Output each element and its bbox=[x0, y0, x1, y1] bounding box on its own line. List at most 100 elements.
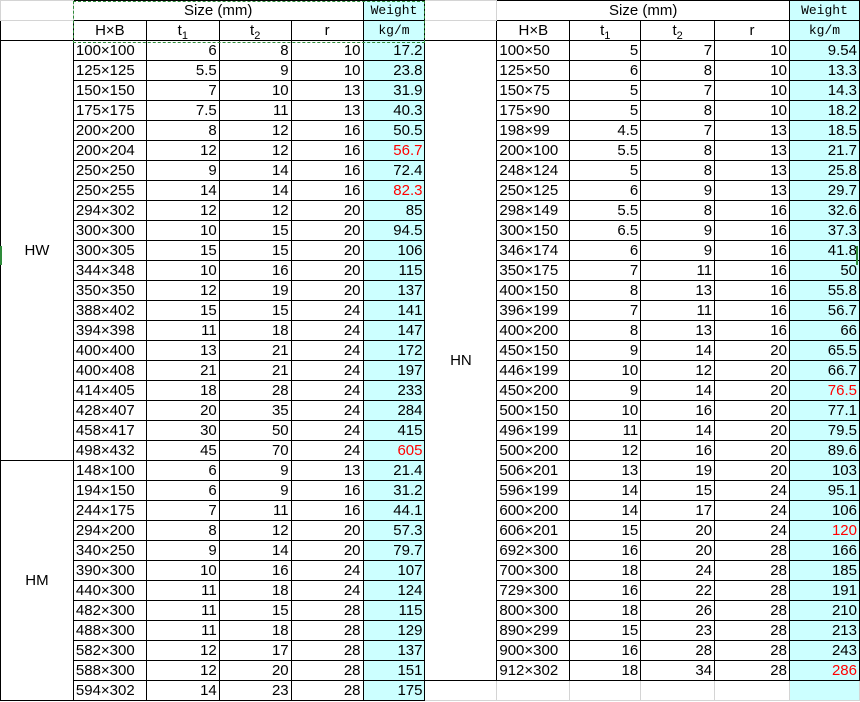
cell-t1[interactable]: 5 bbox=[569, 80, 642, 101]
cell-hb[interactable]: 340×250 bbox=[72, 540, 147, 561]
cell-hb[interactable]: 500×200 bbox=[496, 440, 571, 461]
cell-t1[interactable]: 12 bbox=[145, 200, 220, 221]
cell-hb[interactable]: 298×149 bbox=[496, 200, 571, 221]
cell-r[interactable]: 28 bbox=[290, 620, 364, 641]
cell-t1[interactable]: 13 bbox=[569, 460, 642, 481]
cell-t1[interactable]: 11 bbox=[145, 320, 220, 341]
cell-hb[interactable]: 294×200 bbox=[72, 520, 147, 541]
cell-t2[interactable]: 16 bbox=[640, 400, 716, 421]
cell-hb[interactable]: 440×300 bbox=[72, 580, 147, 601]
cell-hb[interactable]: 450×200 bbox=[496, 380, 571, 401]
cell-weight[interactable]: 213 bbox=[788, 620, 860, 641]
cell-hb[interactable]: 498×432 bbox=[72, 440, 147, 461]
cell-hb[interactable]: 100×50 bbox=[496, 40, 571, 61]
cell-hb[interactable]: 200×204 bbox=[72, 140, 147, 161]
cell-weight[interactable]: 55.8 bbox=[788, 280, 860, 301]
cell-r[interactable]: 24 bbox=[290, 560, 364, 581]
cell-t1[interactable]: 7 bbox=[145, 500, 220, 521]
cell-weight[interactable]: 31.2 bbox=[362, 480, 426, 501]
cell-hb[interactable]: 198×99 bbox=[496, 120, 571, 141]
cell-t2[interactable]: 17 bbox=[640, 500, 716, 521]
cell-r[interactable]: 24 bbox=[290, 380, 364, 401]
cell-t2[interactable]: 9 bbox=[640, 180, 716, 201]
cell-t2[interactable]: 10 bbox=[218, 80, 292, 101]
cell-t2[interactable]: 8 bbox=[640, 200, 716, 221]
cell-hb[interactable]: 396×199 bbox=[496, 300, 571, 321]
cell-hb[interactable]: 350×350 bbox=[72, 280, 147, 301]
cell-hb[interactable]: 582×300 bbox=[72, 640, 147, 661]
empty-cell[interactable] bbox=[640, 680, 716, 701]
cell-t1[interactable]: 14 bbox=[145, 680, 220, 701]
cell-t2[interactable]: 11 bbox=[640, 260, 716, 281]
cell-t1[interactable]: 6 bbox=[569, 60, 642, 81]
cell-r[interactable]: 28 bbox=[290, 660, 364, 681]
cell-hb[interactable]: 458×417 bbox=[72, 420, 147, 441]
cell-t2[interactable]: 28 bbox=[218, 380, 292, 401]
cell-hb[interactable]: 175×175 bbox=[72, 100, 147, 121]
cell-t1[interactable]: 18 bbox=[569, 600, 642, 621]
cell-t2[interactable]: 13 bbox=[640, 280, 716, 301]
cell-r[interactable]: 13 bbox=[714, 120, 790, 141]
cell-t2[interactable]: 35 bbox=[218, 400, 292, 421]
cell-t2[interactable]: 12 bbox=[218, 200, 292, 221]
cell-t1[interactable]: 6 bbox=[145, 460, 220, 481]
col-t2-header[interactable]: t2 bbox=[640, 20, 716, 41]
cell-weight[interactable]: 77.1 bbox=[788, 400, 860, 421]
cell-r[interactable]: 16 bbox=[290, 140, 364, 161]
cell-t2[interactable]: 9 bbox=[218, 60, 292, 81]
cell-weight[interactable]: 605 bbox=[362, 440, 426, 461]
cell-weight[interactable]: 50 bbox=[788, 260, 860, 281]
cell-weight[interactable]: 210 bbox=[788, 600, 860, 621]
cell-t1[interactable]: 18 bbox=[145, 380, 220, 401]
empty-cell[interactable] bbox=[714, 680, 790, 701]
cell-weight[interactable]: 103 bbox=[788, 460, 860, 481]
cell-weight[interactable]: 50.5 bbox=[362, 120, 426, 141]
group-label-hn[interactable]: HN bbox=[424, 40, 498, 681]
cell-weight[interactable]: 31.9 bbox=[362, 80, 426, 101]
cell-t1[interactable]: 30 bbox=[145, 420, 220, 441]
cell-t2[interactable]: 14 bbox=[640, 380, 716, 401]
cell-weight[interactable]: 197 bbox=[362, 360, 426, 381]
cell-r[interactable]: 10 bbox=[714, 40, 790, 61]
cell-weight[interactable]: 79.7 bbox=[362, 540, 426, 561]
cell-weight[interactable]: 17.2 bbox=[362, 40, 426, 61]
cell-t1[interactable]: 10 bbox=[145, 260, 220, 281]
cell-weight[interactable]: 32.6 bbox=[788, 200, 860, 221]
cell-t2[interactable]: 14 bbox=[640, 420, 716, 441]
cell-weight[interactable]: 37.3 bbox=[788, 220, 860, 241]
cell-weight[interactable]: 89.6 bbox=[788, 440, 860, 461]
cell-weight[interactable]: 137 bbox=[362, 640, 426, 661]
cell-t2[interactable]: 19 bbox=[640, 460, 716, 481]
cell-t1[interactable]: 9 bbox=[569, 380, 642, 401]
cell-hb[interactable]: 500×150 bbox=[496, 400, 571, 421]
cell-hb[interactable]: 344×348 bbox=[72, 260, 147, 281]
cell-t2[interactable]: 17 bbox=[218, 640, 292, 661]
cell-t1[interactable]: 6 bbox=[569, 240, 642, 261]
col-r-header[interactable]: r bbox=[290, 20, 364, 41]
cell-weight[interactable]: 21.4 bbox=[362, 460, 426, 481]
blank-header-cell[interactable] bbox=[424, 0, 498, 21]
cell-weight[interactable]: 233 bbox=[362, 380, 426, 401]
cell-t2[interactable]: 28 bbox=[640, 640, 716, 661]
cell-t1[interactable]: 6 bbox=[569, 180, 642, 201]
cell-t1[interactable]: 5 bbox=[569, 160, 642, 181]
cell-weight[interactable]: 141 bbox=[362, 300, 426, 321]
cell-t1[interactable]: 10 bbox=[569, 360, 642, 381]
cell-weight[interactable]: 18.2 bbox=[788, 100, 860, 121]
cell-weight[interactable]: 284 bbox=[362, 400, 426, 421]
cell-t2[interactable]: 20 bbox=[218, 660, 292, 681]
cell-t1[interactable]: 14 bbox=[569, 480, 642, 501]
cell-t1[interactable]: 12 bbox=[145, 640, 220, 661]
cell-hb[interactable]: 394×398 bbox=[72, 320, 147, 341]
cell-r[interactable]: 24 bbox=[290, 340, 364, 361]
cell-t2[interactable]: 11 bbox=[640, 300, 716, 321]
cell-weight[interactable]: 95.1 bbox=[788, 480, 860, 501]
cell-r[interactable]: 28 bbox=[714, 620, 790, 641]
cell-r[interactable]: 20 bbox=[290, 520, 364, 541]
cell-r[interactable]: 10 bbox=[714, 100, 790, 121]
cell-t2[interactable]: 12 bbox=[218, 120, 292, 141]
cell-weight[interactable]: 115 bbox=[362, 260, 426, 281]
cell-weight[interactable]: 137 bbox=[362, 280, 426, 301]
cell-weight[interactable]: 115 bbox=[362, 600, 426, 621]
cell-r[interactable]: 20 bbox=[290, 280, 364, 301]
